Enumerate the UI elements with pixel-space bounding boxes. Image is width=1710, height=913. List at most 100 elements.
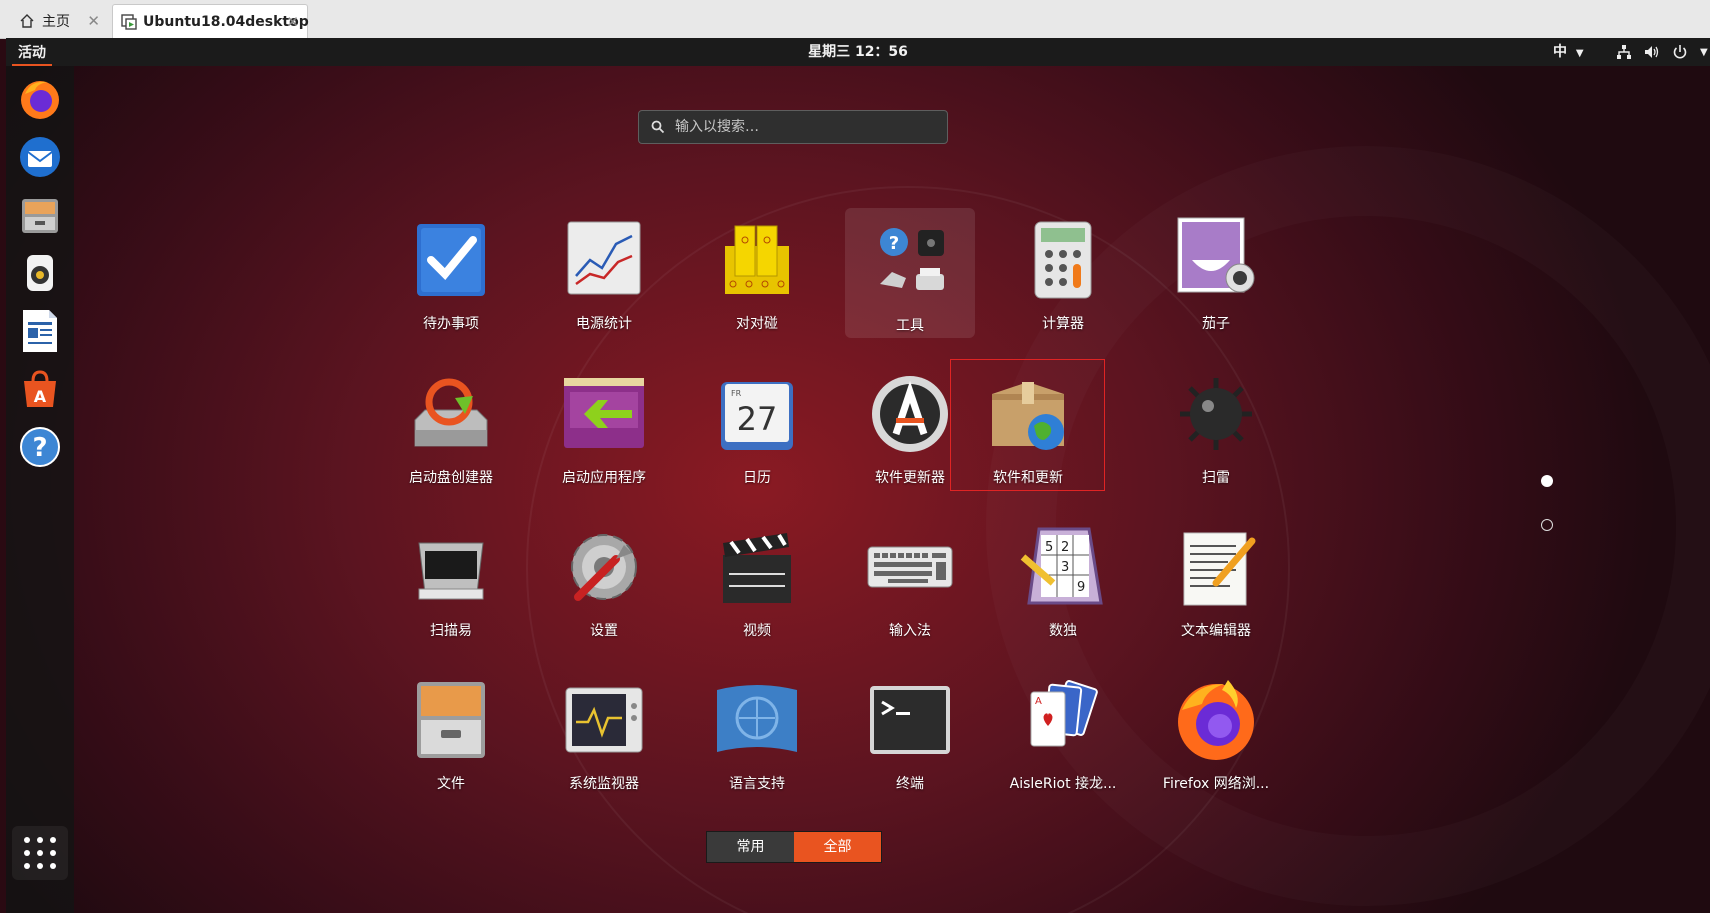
chevron-down-icon: ▼	[1700, 46, 1708, 58]
app-label: 终端	[896, 776, 924, 792]
app-label: 工具	[896, 318, 924, 334]
tab-vm[interactable]: Ubuntu18.04desktop ✕	[112, 4, 309, 38]
dock-rhythmbox[interactable]	[15, 248, 65, 298]
app-simple-scan[interactable]: 扫描易	[386, 513, 516, 643]
browser-tab-bar: 主页 ✕ Ubuntu18.04desktop ✕	[0, 0, 1710, 39]
view-switcher: 常用 全部	[706, 831, 882, 863]
svg-text:A: A	[34, 387, 47, 406]
app-label: 启动盘创建器	[409, 470, 493, 486]
input-method-indicator[interactable]: 中 ▼	[1553, 38, 1584, 66]
files-icon	[22, 199, 58, 233]
close-icon[interactable]: ✕	[87, 12, 100, 30]
tab-home[interactable]: 主页 ✕	[8, 4, 108, 38]
app-mines[interactable]: 扫雷	[1151, 360, 1281, 490]
app-label: 对对碰	[736, 316, 778, 332]
sudoku-icon: 5 2 39	[1020, 527, 1103, 605]
search-box[interactable]	[638, 110, 948, 144]
firefox-icon	[1178, 680, 1254, 760]
dock-thunderbird[interactable]	[15, 132, 65, 182]
app-label: 计算器	[1042, 316, 1084, 332]
sudoku-digit: 2	[1061, 540, 1069, 555]
app-label: 系统监视器	[569, 776, 639, 792]
page-indicator[interactable]	[1541, 519, 1553, 531]
app-aisleriot[interactable]: A AisleRiot 接龙...	[998, 666, 1128, 796]
app-settings[interactable]: 设置	[539, 513, 669, 643]
terminal-icon	[870, 686, 950, 754]
frequent-apps-button[interactable]: 常用	[707, 832, 794, 862]
software-updater-icon	[872, 376, 948, 452]
dock-help[interactable]: ?	[15, 422, 65, 472]
software-properties-icon	[992, 382, 1064, 450]
clock[interactable]: 星期三 12：56	[808, 44, 908, 60]
app-startup-disk-creator[interactable]: 启动盘创建器	[386, 360, 516, 490]
app-label: 电源统计	[576, 316, 632, 332]
calendar-icon: FR 27	[721, 382, 793, 450]
app-label: 茄子	[1202, 316, 1230, 332]
app-label: 数独	[1049, 623, 1077, 639]
language-support-icon	[717, 685, 797, 752]
app-calendar[interactable]: FR 27 日历	[692, 360, 822, 490]
app-label: 启动应用程序	[562, 470, 646, 486]
app-input-method[interactable]: 输入法	[845, 513, 975, 643]
app-language-support[interactable]: 语言支持	[692, 666, 822, 796]
page-indicator-active[interactable]	[1541, 475, 1553, 487]
app-text-editor[interactable]: 文本编辑器	[1151, 513, 1281, 643]
show-applications-button[interactable]	[12, 826, 68, 880]
app-system-monitor[interactable]: 系统监视器	[539, 666, 669, 796]
startup-disk-icon	[414, 378, 488, 447]
activities-button[interactable]: 活动	[12, 42, 52, 66]
videos-icon	[723, 533, 791, 603]
scanner-icon	[418, 542, 484, 600]
sudoku-digit: 9	[1077, 580, 1085, 595]
dock-files[interactable]	[15, 190, 65, 240]
app-startup-applications[interactable]: 启动应用程序	[539, 360, 669, 490]
app-label: 日历	[743, 470, 771, 486]
dock-libreoffice-writer[interactable]	[15, 306, 65, 356]
calendar-date: 27	[737, 400, 778, 438]
svg-text:A: A	[1035, 696, 1042, 707]
home-icon	[18, 12, 36, 30]
app-mahjongg[interactable]: 对对碰	[692, 206, 822, 336]
utilities-folder-icon: ?	[880, 228, 944, 290]
files-icon	[417, 682, 485, 758]
app-videos[interactable]: 视频	[692, 513, 822, 643]
firefox-icon	[21, 81, 59, 119]
app-software-properties[interactable]: 软件和更新	[950, 359, 1105, 491]
startup-apps-icon	[564, 378, 644, 448]
system-tray[interactable]: ▼	[1616, 38, 1708, 66]
svg-text:?: ?	[889, 233, 899, 254]
search-icon	[651, 120, 665, 134]
thunderbird-icon	[20, 137, 60, 177]
all-apps-button[interactable]: 全部	[794, 832, 881, 862]
close-icon[interactable]: ✕	[286, 13, 299, 31]
app-firefox[interactable]: Firefox 网络浏...	[1151, 666, 1281, 796]
app-power-statistics[interactable]: 电源统计	[539, 206, 669, 336]
mines-icon	[1180, 378, 1252, 450]
dock-firefox[interactable]	[15, 74, 65, 124]
aisleriot-icon: A	[1030, 680, 1098, 747]
app-cheese[interactable]: 茄子	[1151, 206, 1281, 336]
app-todo[interactable]: 待办事项	[386, 206, 516, 336]
gnome-top-bar: 活动 星期三 12：56 中 ▼ ▼	[6, 38, 1710, 66]
tab-vm-label: Ubuntu18.04desktop	[143, 13, 309, 30]
app-utilities-folder[interactable]: ? 工具	[845, 208, 975, 338]
app-label: 待办事项	[423, 316, 479, 332]
calendar-day: FR	[731, 389, 742, 398]
app-calculator[interactable]: 计算器	[998, 206, 1128, 336]
app-files[interactable]: 文件	[386, 666, 516, 796]
app-label: 扫雷	[1202, 470, 1230, 486]
power-statistics-icon	[567, 221, 641, 295]
app-label: 设置	[590, 623, 618, 639]
search-input[interactable]	[673, 118, 937, 136]
dock-ubuntu-software[interactable]: A	[15, 364, 65, 414]
power-icon	[1673, 45, 1687, 59]
app-label: 视频	[743, 623, 771, 639]
sudoku-digit: 5	[1045, 540, 1053, 555]
app-terminal[interactable]: 终端	[845, 666, 975, 796]
keyboard-icon	[867, 546, 953, 588]
rhythmbox-icon	[27, 255, 53, 291]
cheese-icon	[1177, 217, 1255, 293]
help-icon: ?	[20, 427, 60, 467]
app-sudoku[interactable]: 52 39 数独	[998, 513, 1128, 643]
calculator-icon	[1034, 221, 1092, 299]
